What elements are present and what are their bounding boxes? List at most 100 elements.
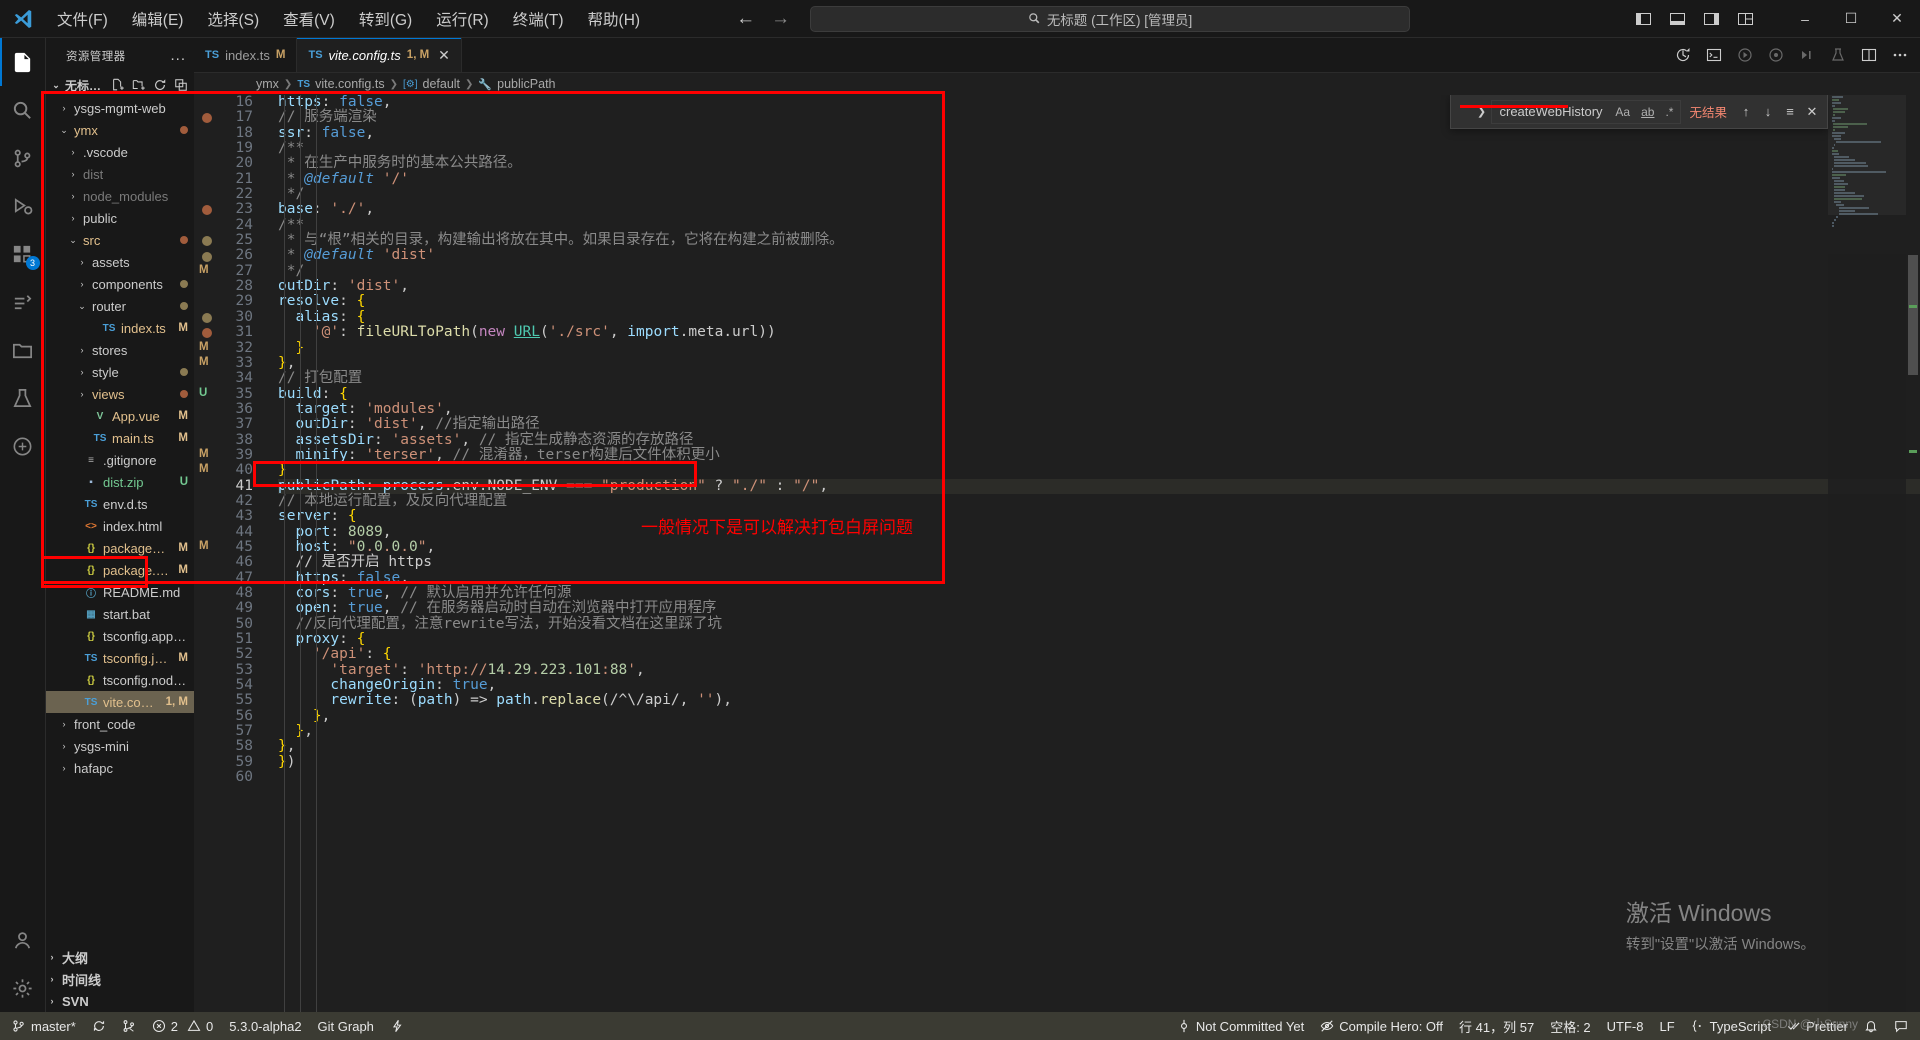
code-line[interactable]: changeOrigin: true, (278, 677, 1920, 693)
split-editor-icon[interactable] (1861, 47, 1877, 63)
code-content[interactable]: https: false,// 服务端渲染ssr: false,/** * 在生… (264, 95, 1920, 1012)
match-case-icon[interactable]: Aa (1612, 104, 1633, 120)
tree-item-env-d-ts[interactable]: TS env.d.ts (46, 493, 194, 515)
history-icon[interactable] (1675, 47, 1691, 63)
chevron-right-icon[interactable]: › (58, 741, 70, 751)
activity-docker[interactable] (0, 422, 46, 470)
status-not-committed[interactable]: Not Committed Yet (1169, 1012, 1312, 1040)
code-line[interactable]: server: { (278, 508, 1920, 524)
activity-explorer[interactable] (0, 38, 46, 86)
code-line[interactable]: port: 8089, (278, 524, 1920, 540)
code-line[interactable]: */ (278, 186, 1920, 202)
code-line[interactable]: build: { (278, 386, 1920, 402)
tree-item-src[interactable]: ⌄ src (46, 229, 194, 251)
toggle-panel-icon[interactable] (1669, 11, 1686, 27)
chevron-right-icon[interactable]: › (76, 279, 88, 289)
close-icon[interactable]: ✕ (438, 47, 450, 64)
editor-scrollbar[interactable] (1906, 95, 1920, 1012)
code-line[interactable]: https: false, (278, 570, 1920, 586)
code-line[interactable]: } (278, 340, 1920, 356)
code-line[interactable]: * @default '/' (278, 171, 1920, 187)
code-line[interactable]: rewrite: (path) => path.replace(/^\/api/… (278, 693, 1920, 709)
chevron-right-icon[interactable]: › (58, 763, 70, 773)
tree-item-front-code[interactable]: › front_code (46, 713, 194, 735)
status-cursor-position[interactable]: 行 41，列 57 (1451, 1012, 1542, 1040)
chevron-right-icon[interactable]: › (67, 213, 79, 223)
new-folder-icon[interactable] (132, 78, 146, 92)
breadcrumb-item-symbol-default[interactable]: default (423, 77, 461, 91)
workspace-row[interactable]: ⌄ 无标题 (工... (46, 73, 194, 97)
status-notifications[interactable] (1856, 1012, 1886, 1040)
tree-item-main-ts[interactable]: TS main.ts M (46, 427, 194, 449)
breadcrumb-item-symbol-publicpath[interactable]: publicPath (497, 77, 555, 91)
status-feedback[interactable] (1886, 1012, 1916, 1040)
status-eol[interactable]: LF (1652, 1012, 1683, 1040)
tree-item-index-ts[interactable]: TS index.ts M (46, 317, 194, 339)
ellipsis-icon[interactable] (1892, 47, 1908, 63)
tree-item-public[interactable]: › public (46, 207, 194, 229)
minimap[interactable] (1828, 95, 1906, 1012)
tab-vite-config-ts[interactable]: TS vite.config.ts 1, M ✕ (297, 38, 462, 72)
code-line[interactable]: 'target': 'http://14.29.223.101:88', (278, 662, 1920, 678)
split-terminal-icon[interactable] (1706, 47, 1722, 63)
minimap-slider[interactable] (1828, 95, 1906, 215)
find-expand-chevron-icon[interactable]: ❯ (1471, 105, 1491, 118)
code-line[interactable]: }, (278, 723, 1920, 739)
chevron-right-icon[interactable]: › (76, 345, 88, 355)
tree-item-assets[interactable]: › assets (46, 251, 194, 273)
activity-run-debug[interactable] (0, 182, 46, 230)
chevron-right-icon[interactable]: › (76, 257, 88, 267)
back-arrow-icon[interactable]: ← (736, 9, 755, 28)
code-line[interactable]: base: './', (278, 202, 1920, 218)
tree-item-router[interactable]: ⌄ router (46, 295, 194, 317)
tree-item-vite-config-ts[interactable]: TS vite.config.ts 1, M (46, 691, 194, 713)
code-line[interactable]: */ (278, 263, 1920, 279)
collapse-all-icon[interactable] (174, 78, 188, 92)
status-indentation[interactable]: 空格: 2 (1542, 1012, 1598, 1040)
tree-item--gitignore[interactable]: ≡ .gitignore (46, 449, 194, 471)
code-line[interactable]: /** (278, 140, 1920, 156)
tree-item-ymx[interactable]: ⌄ ymx (46, 119, 194, 141)
refresh-icon[interactable] (153, 78, 167, 92)
section-outline[interactable]: › 大纲 (46, 946, 194, 968)
status-sync[interactable] (84, 1012, 114, 1040)
toggle-secondary-sidebar-icon[interactable] (1703, 11, 1720, 27)
code-line[interactable]: * @default 'dist' (278, 248, 1920, 263)
beaker-icon[interactable] (1830, 47, 1846, 63)
find-previous-icon[interactable]: ↑ (1735, 104, 1757, 119)
tree-item-package-lock-json[interactable]: {} package-lock.json M (46, 537, 194, 559)
tree-item-ysgs-mini[interactable]: › ysgs-mini (46, 735, 194, 757)
code-line[interactable]: }, (278, 355, 1920, 371)
scrollbar-thumb[interactable] (1908, 255, 1918, 375)
code-line[interactable]: '@': fileURLToPath(new URL('./src', impo… (278, 324, 1920, 340)
code-line[interactable]: assetsDir: 'assets', // 指定生成静态资源的存放路径 (278, 432, 1920, 448)
tree-item-tsconfig-json[interactable]: TS tsconfig.json M (46, 647, 194, 669)
regex-icon[interactable]: .* (1662, 104, 1676, 120)
chevron-down-icon[interactable]: ⌄ (50, 80, 62, 91)
tree-item-index-html[interactable]: <> index.html (46, 515, 194, 537)
more-run-icon[interactable] (1799, 47, 1815, 63)
tree-item-stores[interactable]: › stores (46, 339, 194, 361)
code-line[interactable]: outDir: 'dist', //指定输出路径 (278, 416, 1920, 432)
find-input[interactable]: createWebHistory Aa ab .* (1491, 99, 1682, 124)
activity-accounts[interactable] (0, 916, 46, 964)
code-line[interactable]: '/api': { (278, 647, 1920, 663)
new-file-icon[interactable] (111, 78, 125, 92)
code-line[interactable]: //反向代理配置，注意rewrite写法，开始没看文档在这里踩了坑 (278, 616, 1920, 632)
code-line[interactable]: // 本地运行配置，及反向代理配置 (278, 493, 1920, 509)
chevron-right-icon[interactable]: › (76, 389, 88, 399)
code-line[interactable]: } (278, 463, 1920, 478)
tree-item-start-bat[interactable]: ▦ start.bat (46, 603, 194, 625)
code-line[interactable]: }, (278, 708, 1920, 724)
tree-item-readme-md[interactable]: ⓘ README.md (46, 581, 194, 603)
code-line[interactable]: proxy: { (278, 631, 1920, 647)
status-encoding[interactable]: UTF-8 (1599, 1012, 1652, 1040)
tree-item-package-json[interactable]: {} package.json M (46, 559, 194, 581)
forward-arrow-icon[interactable]: → (771, 9, 790, 28)
activity-test[interactable] (0, 374, 46, 422)
tab-index-ts[interactable]: TS index.ts M (194, 38, 298, 72)
window-maximize-button[interactable]: ☐ (1828, 0, 1874, 38)
tree-item-style[interactable]: › style (46, 361, 194, 383)
code-line[interactable]: open: true, // 在服务器启动时自动在浏览器中打开应用程序 (278, 600, 1920, 616)
code-line[interactable]: /** (278, 217, 1920, 233)
